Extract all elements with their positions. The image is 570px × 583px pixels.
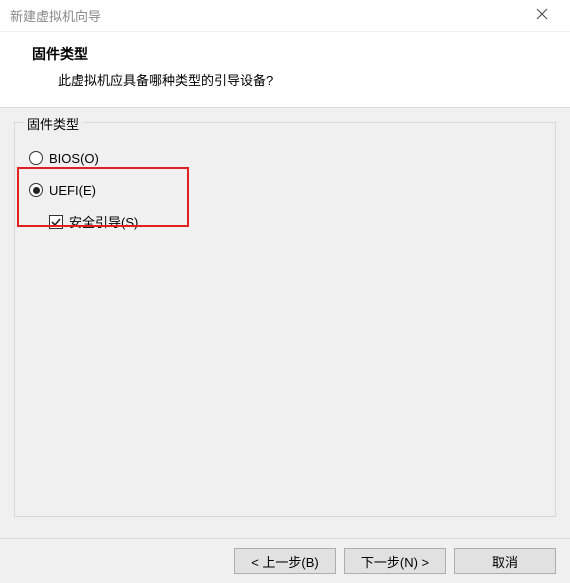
radio-bios[interactable]: BIOS(O): [25, 147, 545, 169]
radio-uefi-label: UEFI(E): [49, 184, 96, 197]
wizard-button-bar: < 上一步(B) 下一步(N) > 取消: [0, 538, 570, 583]
checkbox-secure-boot[interactable]: 安全引导(S): [25, 211, 545, 233]
firmware-options: BIOS(O) UEFI(E) 安全引导(S): [25, 141, 545, 233]
page-subtitle: 此虚拟机应具备哪种类型的引导设备?: [32, 70, 546, 89]
group-legend: 固件类型: [23, 114, 83, 133]
radio-bios-label: BIOS(O): [49, 152, 99, 165]
back-button[interactable]: < 上一步(B): [234, 548, 336, 574]
next-button[interactable]: 下一步(N) >: [344, 548, 446, 574]
wizard-header: 固件类型 此虚拟机应具备哪种类型的引导设备?: [0, 32, 570, 107]
checkbox-secure-boot-label: 安全引导(S): [69, 216, 138, 229]
close-button[interactable]: [522, 0, 562, 32]
window-title: 新建虚拟机向导: [10, 6, 522, 25]
radio-uefi[interactable]: UEFI(E): [25, 179, 545, 201]
checkbox-icon-checked: [49, 215, 63, 229]
page-title: 固件类型: [32, 44, 546, 64]
radio-icon: [29, 151, 43, 165]
titlebar: 新建虚拟机向导: [0, 0, 570, 32]
cancel-button[interactable]: 取消: [454, 548, 556, 574]
radio-icon-selected: [29, 183, 43, 197]
close-icon: [536, 8, 548, 23]
content-area: 固件类型 BIOS(O) UEFI(E) 安全引导(S): [0, 108, 570, 538]
firmware-type-group: 固件类型 BIOS(O) UEFI(E) 安全引导(S): [14, 122, 556, 517]
